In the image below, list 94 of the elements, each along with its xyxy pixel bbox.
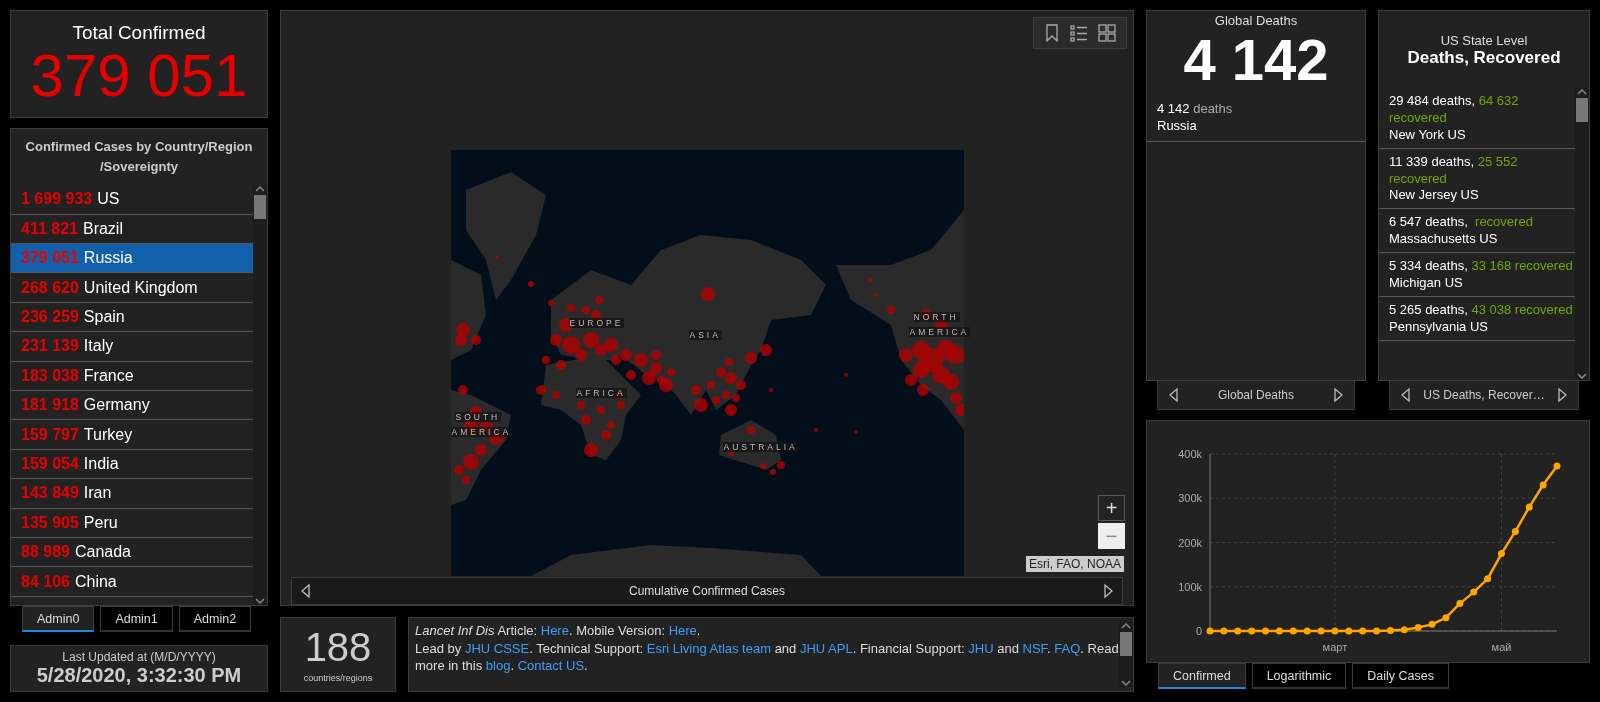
- data-point: [1206, 627, 1214, 635]
- credits-text: Lead by JHU CSSE. Technical Support: Esri Living Atlas team and JHU APL. Financial Support: JHU and NSF. FAQ. Read more in this blog. Contact US.: [415, 639, 1119, 675]
- data-point: [1262, 627, 1269, 635]
- y-tick-label: 100k: [1178, 580, 1202, 593]
- x-tick-label: май: [1491, 641, 1512, 653]
- link[interactable]: Here: [540, 623, 569, 638]
- us-state-title: Deaths, Recovered: [1406, 48, 1562, 68]
- us-state-subtitle: US State Level: [1439, 33, 1529, 48]
- map-label: AFRICA: [575, 388, 627, 398]
- scrollbar-thumb[interactable]: [254, 195, 266, 220]
- country-row[interactable]: 379 051 Russia: [11, 244, 253, 274]
- scrollbar-thumb[interactable]: [1120, 632, 1132, 656]
- data-point: [1317, 627, 1325, 635]
- data-point: [1220, 627, 1228, 635]
- data-point: [1428, 620, 1436, 628]
- deaths-item[interactable]: 4 142 deaths Russia: [1147, 91, 1365, 142]
- last-updated-label: Last Updated at (M/D/YYYY): [62, 650, 216, 664]
- bookmark-icon[interactable]: [1044, 24, 1060, 42]
- y-tick-label: 0: [1195, 625, 1202, 637]
- scrollbar[interactable]: [1119, 622, 1133, 687]
- chevron-down-icon[interactable]: [1121, 679, 1131, 687]
- data-point: [1511, 527, 1519, 535]
- data-point: [1303, 627, 1311, 635]
- map-label: EUROPE: [568, 318, 625, 328]
- data-point: [1553, 462, 1561, 470]
- data-point: [1456, 600, 1464, 608]
- data-point: [1414, 623, 1422, 631]
- panel-tab-label: Global Deaths: [1217, 388, 1294, 403]
- grid-icon[interactable]: [1098, 24, 1116, 42]
- map-footer-title: Cumulative Confirmed Cases: [628, 584, 786, 598]
- tab[interactable]: Daily Cases: [1352, 663, 1449, 689]
- data-point: [1470, 588, 1478, 596]
- global-deaths-title: Global Deaths: [1213, 13, 1299, 28]
- scrollbar[interactable]: [1575, 88, 1589, 381]
- y-tick-label: 300k: [1178, 492, 1202, 505]
- last-updated-value: 5/28/2020, 3:32:30 PM: [36, 664, 242, 687]
- global-deaths-value: 4 142: [1182, 28, 1330, 92]
- data-point: [1234, 627, 1242, 635]
- tab[interactable]: Admin1: [100, 606, 173, 632]
- data-point: [1525, 503, 1533, 511]
- chevron-up-icon[interactable]: [1121, 622, 1131, 630]
- tab[interactable]: Admin0: [22, 606, 95, 632]
- total-confirmed-title: Total Confirmed: [72, 21, 206, 44]
- triangle-right-icon[interactable]: [1333, 387, 1344, 404]
- country-count-label: countries/regions: [303, 672, 373, 683]
- zoom-in-button[interactable]: +: [1098, 495, 1125, 521]
- data-point: [1373, 627, 1381, 635]
- data-point: [1248, 627, 1256, 635]
- tab[interactable]: Confirmed: [1158, 663, 1246, 689]
- link[interactable]: NSF: [1022, 640, 1048, 656]
- data-point: [1386, 627, 1394, 635]
- y-tick-label: 400k: [1178, 448, 1202, 460]
- tab[interactable]: Admin2: [178, 606, 252, 632]
- list-icon[interactable]: [1070, 24, 1088, 42]
- map-label: ASIA: [688, 330, 722, 340]
- link[interactable]: JHU: [968, 640, 994, 656]
- data-point: [1442, 614, 1450, 622]
- tab[interactable]: Logarithmic: [1251, 663, 1347, 689]
- map-label: NORTH: [912, 312, 960, 322]
- chevron-up-icon[interactable]: [255, 185, 265, 194]
- triangle-left-icon[interactable]: [1400, 387, 1411, 404]
- link[interactable]: Esri Living Atlas team: [646, 640, 771, 656]
- map-attribution: Esri, FAO, NOAA: [1026, 556, 1124, 572]
- triangle-right-icon[interactable]: [1103, 583, 1114, 599]
- map-label: SOUTH: [454, 412, 502, 422]
- data-point: [1331, 627, 1339, 635]
- chevron-up-icon[interactable]: [1577, 88, 1587, 96]
- data-point: [1498, 550, 1505, 558]
- data-point: [1345, 627, 1353, 635]
- data-point: [1400, 626, 1408, 634]
- list-title: Confirmed Cases by Country/Region /Sovereignty: [24, 138, 254, 177]
- triangle-right-icon[interactable]: [1557, 387, 1568, 404]
- data-point: [1484, 575, 1492, 583]
- data-point: [1359, 627, 1367, 635]
- triangle-left-icon[interactable]: [1168, 387, 1179, 404]
- country-count-value: 188: [304, 626, 372, 667]
- scrollbar-thumb[interactable]: [1576, 98, 1588, 122]
- map-label: AMERICA: [908, 327, 971, 337]
- chevron-down-icon[interactable]: [255, 597, 265, 605]
- data-point: [1275, 627, 1283, 635]
- map-label: AUSTRALIA: [722, 442, 799, 452]
- map-label: AMERICA: [450, 427, 513, 437]
- panel-tab-label: US Deaths, Recover…: [1423, 388, 1545, 403]
- link[interactable]: JHU APL: [799, 640, 853, 656]
- triangle-left-icon[interactable]: [300, 583, 311, 599]
- total-confirmed-value: 379 051: [30, 43, 248, 107]
- data-point: [1289, 627, 1297, 635]
- x-tick-label: март: [1322, 641, 1348, 653]
- link[interactable]: Here: [668, 623, 697, 638]
- data-point: [1539, 481, 1547, 489]
- scrollbar[interactable]: [253, 185, 267, 605]
- y-tick-label: 200k: [1178, 536, 1202, 549]
- chevron-down-icon[interactable]: [1577, 372, 1587, 381]
- credits-text: Lancet Inf Dis Article: Here. Mobile Version: Here.: [415, 622, 702, 640]
